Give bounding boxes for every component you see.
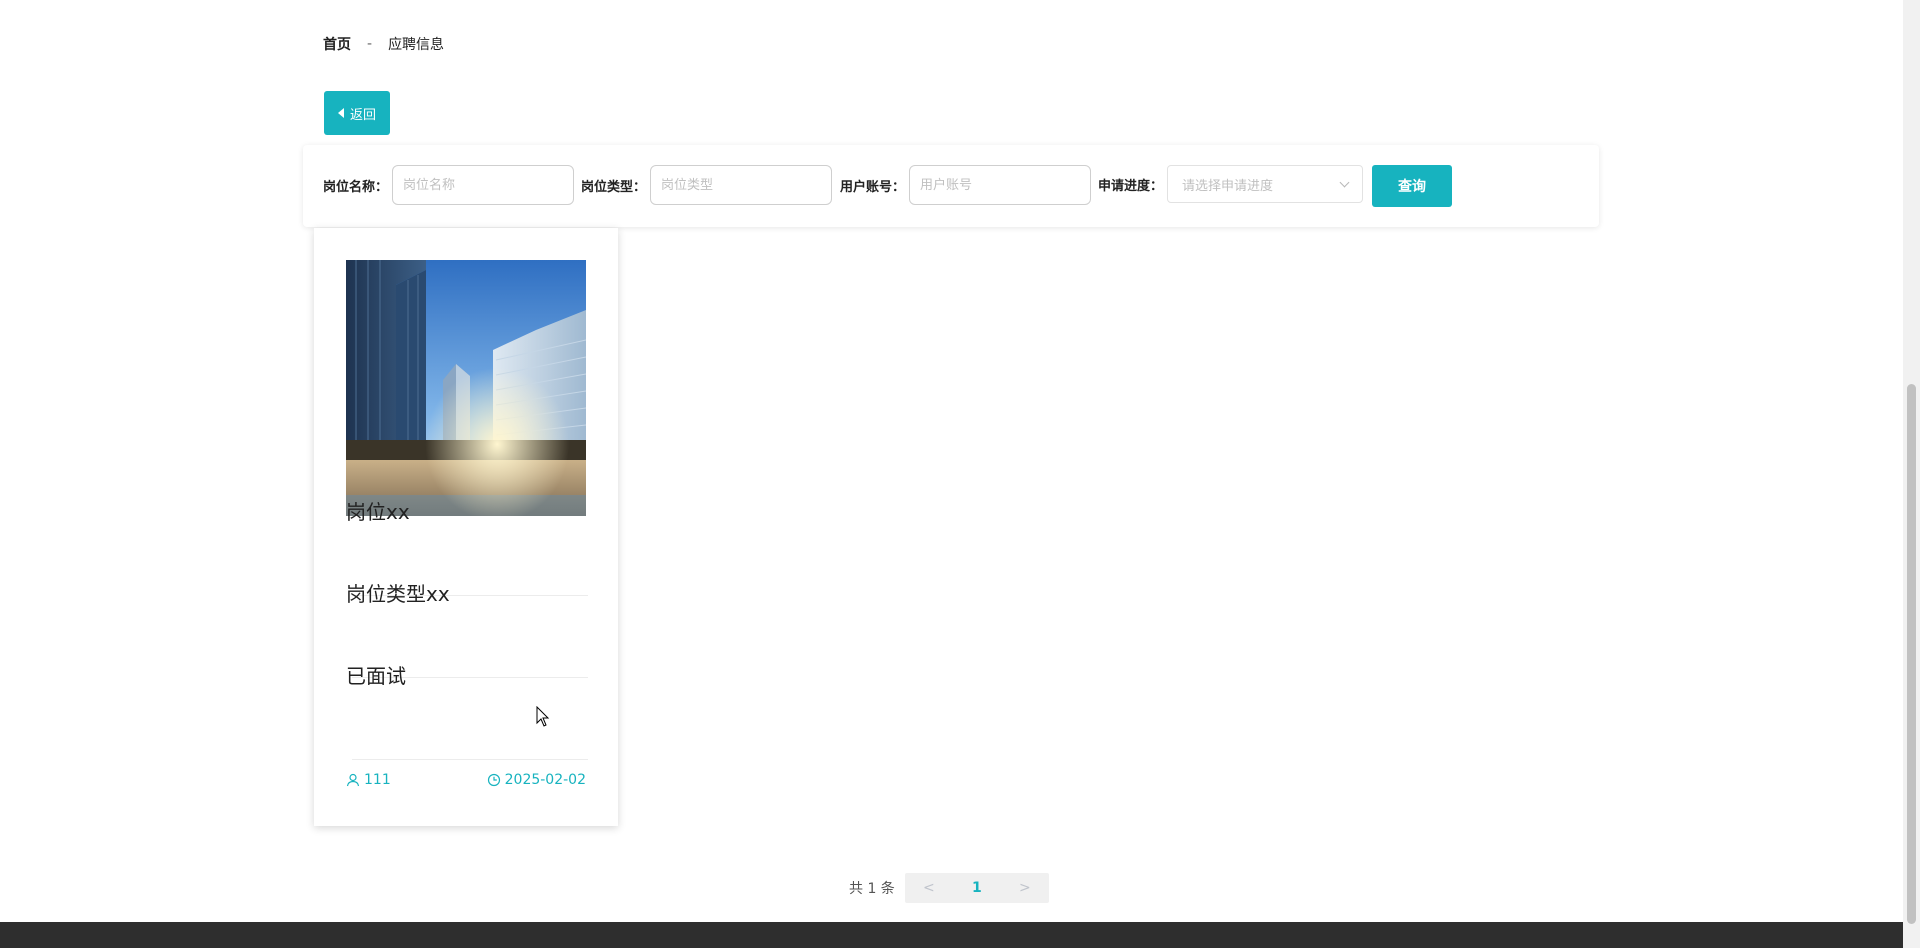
pager: < 1 >	[904, 873, 1049, 903]
scrollbar-thumb[interactable]	[1907, 384, 1916, 924]
position-name-input[interactable]	[392, 165, 575, 205]
card-footer: 111 2025-02-02	[346, 772, 586, 788]
position-type-field: 岗位类型：	[581, 165, 833, 205]
breadcrumb: 首页 - 应聘信息	[323, 34, 444, 54]
user-icon	[346, 773, 360, 787]
building-image	[346, 260, 586, 516]
user-account-input[interactable]	[909, 165, 1092, 205]
next-page-button[interactable]: >	[1001, 873, 1049, 903]
mouse-cursor-icon	[536, 706, 550, 727]
query-button[interactable]: 查询	[1372, 165, 1452, 207]
progress-select-placeholder: 请选择申请进度	[1182, 178, 1274, 194]
position-name-label: 岗位名称：	[323, 179, 389, 195]
back-button[interactable]: 返回	[324, 91, 390, 135]
job-application-card[interactable]: 岗位xx 岗位类型xx 已面试 111 2025-02-02	[314, 228, 618, 826]
position-type-input[interactable]	[650, 165, 833, 205]
caret-left-icon	[337, 108, 344, 118]
chevron-down-icon	[1339, 177, 1350, 187]
page-number-button[interactable]: 1	[953, 873, 1001, 903]
card-user: 111	[346, 772, 391, 788]
vertical-scrollbar[interactable]	[1903, 0, 1920, 948]
card-user-text: 111	[364, 772, 391, 788]
pagination: 共 1 条 < 1 >	[849, 873, 1049, 903]
page: 首页 - 应聘信息 返回 岗位名称： 岗位类型： 用户账号： 申请进度： 请选择…	[0, 0, 1920, 948]
card-date: 2025-02-02	[487, 772, 586, 788]
divider	[352, 759, 588, 760]
breadcrumb-separator: -	[367, 36, 373, 52]
footer-bar	[0, 922, 1903, 948]
card-image[interactable]	[346, 260, 586, 516]
user-account-field: 用户账号：	[840, 165, 1092, 205]
user-account-label: 用户账号：	[840, 179, 906, 195]
position-type-label: 岗位类型：	[581, 179, 647, 195]
prev-page-button[interactable]: <	[905, 873, 953, 903]
back-button-label: 返回	[349, 107, 376, 123]
breadcrumb-home[interactable]: 首页	[323, 34, 351, 54]
pagination-total: 共 1 条	[849, 881, 895, 897]
position-name-field: 岗位名称：	[323, 165, 575, 205]
card-position-type: 岗位类型xx	[346, 582, 450, 606]
search-bar: 岗位名称： 岗位类型： 用户账号： 申请进度： 请选择申请进度 查询	[303, 145, 1599, 227]
progress-field: 申请进度： 请选择申请进度	[1098, 165, 1364, 203]
breadcrumb-current: 应聘信息	[388, 37, 445, 53]
progress-label: 申请进度：	[1098, 178, 1164, 194]
clock-icon	[487, 773, 500, 787]
progress-select[interactable]: 请选择申请进度	[1167, 165, 1364, 203]
card-status: 已面试	[346, 664, 406, 688]
card-date-text: 2025-02-02	[504, 772, 586, 788]
card-title: 岗位xx	[346, 500, 410, 524]
